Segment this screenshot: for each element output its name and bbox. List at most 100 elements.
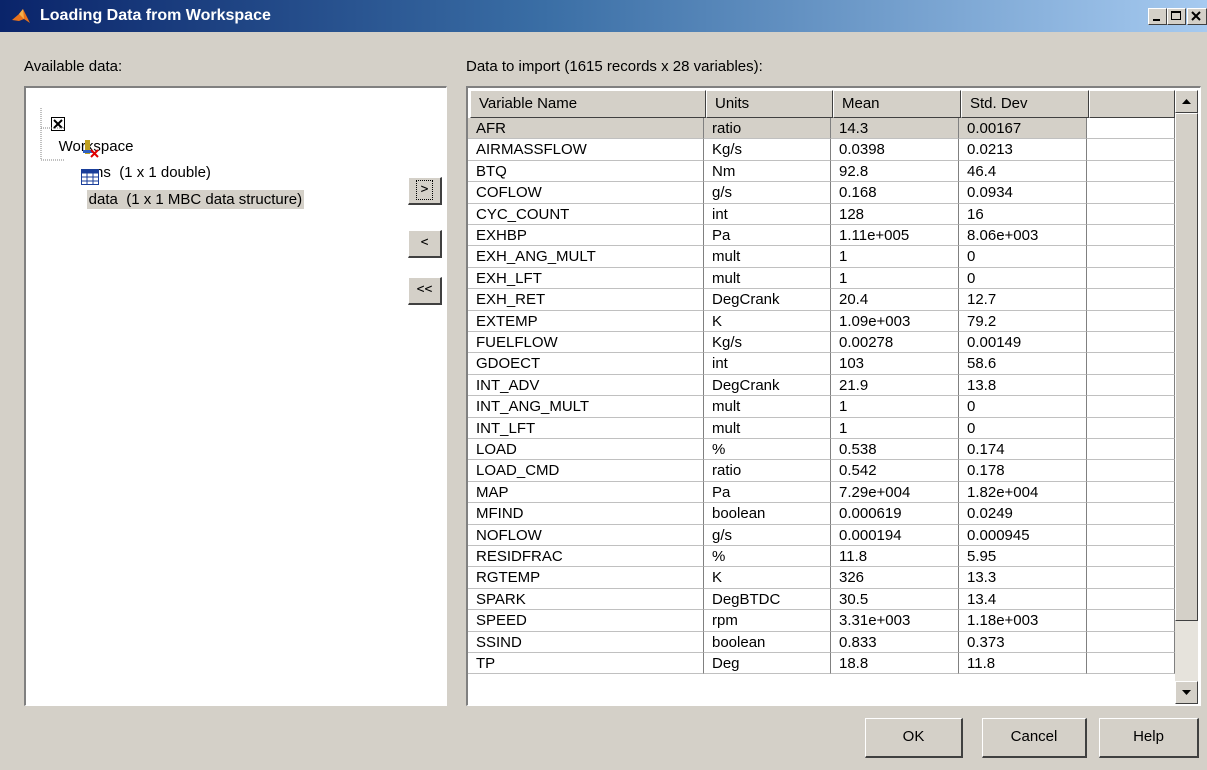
table-cell-empty [1087,396,1175,418]
table-cell: EXTEMP [468,310,704,332]
table-row[interactable]: BTQ Nm 92.8 46.4 [468,160,1175,183]
table-cell: 0 [959,246,1087,268]
table-cell: 0.000619 [831,503,959,525]
remove-variable-button[interactable]: < [408,230,442,258]
table-cell-empty [1087,588,1175,611]
table-cell: Nm [704,160,831,183]
table-cell: 0.373 [959,631,1087,653]
table-cell-empty [1087,481,1175,504]
table-row[interactable]: MAP Pa 7.29e+004 1.82e+004 [468,481,1175,504]
table-cell: K [704,310,831,332]
table-cell-empty [1087,460,1175,482]
table-row[interactable]: INT_LFT mult 1 0 [468,417,1175,439]
table-row[interactable]: SPEED rpm 3.31e+003 1.18e+003 [468,610,1175,632]
table-row[interactable]: AFR ratio 14.3 0.00167 [468,118,1175,140]
table-cell: ratio [704,118,831,140]
table-row[interactable]: INT_ADV DegCrank 21.9 13.8 [468,374,1175,397]
available-data-label: Available data: [24,58,123,75]
table-cell: EXH_ANG_MULT [468,246,704,268]
close-button[interactable] [1187,8,1207,25]
table-row[interactable]: EXH_RET DegCrank 20.4 12.7 [468,289,1175,311]
table-cell: 0.00278 [831,332,959,354]
table-row[interactable]: SSIND boolean 0.833 0.373 [468,631,1175,653]
table-cell: 0.00167 [959,118,1087,140]
cancel-button[interactable]: Cancel [982,718,1087,758]
table-row[interactable]: SPARK DegBTDC 30.5 13.4 [468,588,1175,611]
vertical-scrollbar[interactable] [1175,90,1198,704]
table-cell: MFIND [468,503,704,525]
table-cell: EXH_RET [468,289,704,311]
maximize-button[interactable] [1167,8,1186,25]
table-cell: Kg/s [704,332,831,354]
table-cell: 20.4 [831,289,959,311]
workspace-tree[interactable]: Workspace ans (1 x 1 double) data (1 x 1… [24,86,447,706]
table-row[interactable]: LOAD% 0.538 0.174 [468,439,1175,461]
table-cell: 18.8 [831,653,959,675]
table-row[interactable]: TP Deg 18.8 11.8 [468,653,1175,675]
table-cell: SPARK [468,588,704,611]
table-row[interactable]: FUELFLOW Kg/s 0.00278 0.00149 [468,332,1175,354]
column-header-empty [1089,90,1175,118]
table-cell: boolean [704,631,831,653]
table-row[interactable]: EXH_LFT mult 1 0 [468,267,1175,290]
table-row[interactable]: EXTEMP K 1.09e+003 79.2 [468,310,1175,332]
help-button[interactable]: Help [1099,718,1199,758]
table-row[interactable]: COFLOW g/s 0.168 0.0934 [468,182,1175,204]
table-cell: MAP [468,481,704,504]
table-cell: 1.18e+003 [959,610,1087,632]
table-cell-empty [1087,139,1175,161]
arrow-down-icon [1182,690,1191,695]
table-cell: % [704,546,831,568]
table-cell: 0.538 [831,439,959,461]
table-cell: 0.0213 [959,139,1087,161]
table-cell-empty [1087,225,1175,247]
table-cell: mult [704,396,831,418]
table-cell: RESIDFRAC [468,546,704,568]
table-cell: int [704,353,831,375]
table-cell: 92.8 [831,160,959,183]
remove-all-button[interactable]: << [408,277,442,305]
table-row[interactable]: RGTEMP K 326 13.3 [468,567,1175,589]
table-row[interactable]: EXHBP Pa 1.11e+005 8.06e+003 [468,225,1175,247]
add-variable-button[interactable]: > [408,177,442,205]
table-cell: TP [468,653,704,675]
table-cell: DegBTDC [704,588,831,611]
table-cell: 0.174 [959,439,1087,461]
table-cell: 0 [959,417,1087,439]
table-row[interactable]: CYC_COUNT int 128 16 [468,203,1175,225]
table-row[interactable]: EXH_ANG_MULT mult 1 0 [468,246,1175,268]
table-cell: ratio [704,460,831,482]
table-row[interactable]: INT_ANG_MULT mult 1 0 [468,396,1175,418]
column-header[interactable]: Std. Dev [961,90,1089,118]
window-title: Loading Data from Workspace [40,7,271,24]
minimize-button[interactable] [1148,8,1167,25]
table-cell-empty [1087,631,1175,653]
variables-table[interactable]: Variable Name Units Mean Std. Dev AFR rat… [466,86,1201,706]
scroll-down-button[interactable] [1175,681,1198,704]
column-header[interactable]: Variable Name [470,90,706,118]
tree-item-data[interactable]: data (1 x 1 MBC data structure) [64,145,305,209]
table-cell: 0.0934 [959,182,1087,204]
ok-button[interactable]: OK [865,718,963,758]
table-cell: 79.2 [959,310,1087,332]
scroll-up-button[interactable] [1175,90,1198,113]
table-row[interactable]: RESIDFRAC% 11.8 5.95 [468,546,1175,568]
table-row[interactable]: LOAD_CMD ratio 0.542 0.178 [468,460,1175,482]
table-cell: 1 [831,267,959,290]
table-row[interactable]: AIRMASSFLOW Kg/s 0.0398 0.0213 [468,139,1175,161]
column-header[interactable]: Mean [833,90,961,118]
table-row[interactable]: NOFLOW g/s 0.000194 0.000945 [468,524,1175,546]
scroll-thumb[interactable] [1175,113,1198,621]
table-cell: 8.06e+003 [959,225,1087,247]
table-cell-empty [1087,374,1175,397]
table-cell: 21.9 [831,374,959,397]
column-header[interactable]: Units [706,90,833,118]
table-cell-empty [1087,203,1175,225]
minimize-icon [1153,19,1160,21]
table-cell: 13.4 [959,588,1087,611]
tree-item-ans[interactable]: ans (1 x 1 double) [64,118,211,181]
table-row[interactable]: GDOECT int 103 58.6 [468,353,1175,375]
table-row[interactable]: MFIND boolean 0.000619 0.0249 [468,503,1175,525]
table-cell: 1.11e+005 [831,225,959,247]
arrow-up-icon [1182,99,1191,104]
